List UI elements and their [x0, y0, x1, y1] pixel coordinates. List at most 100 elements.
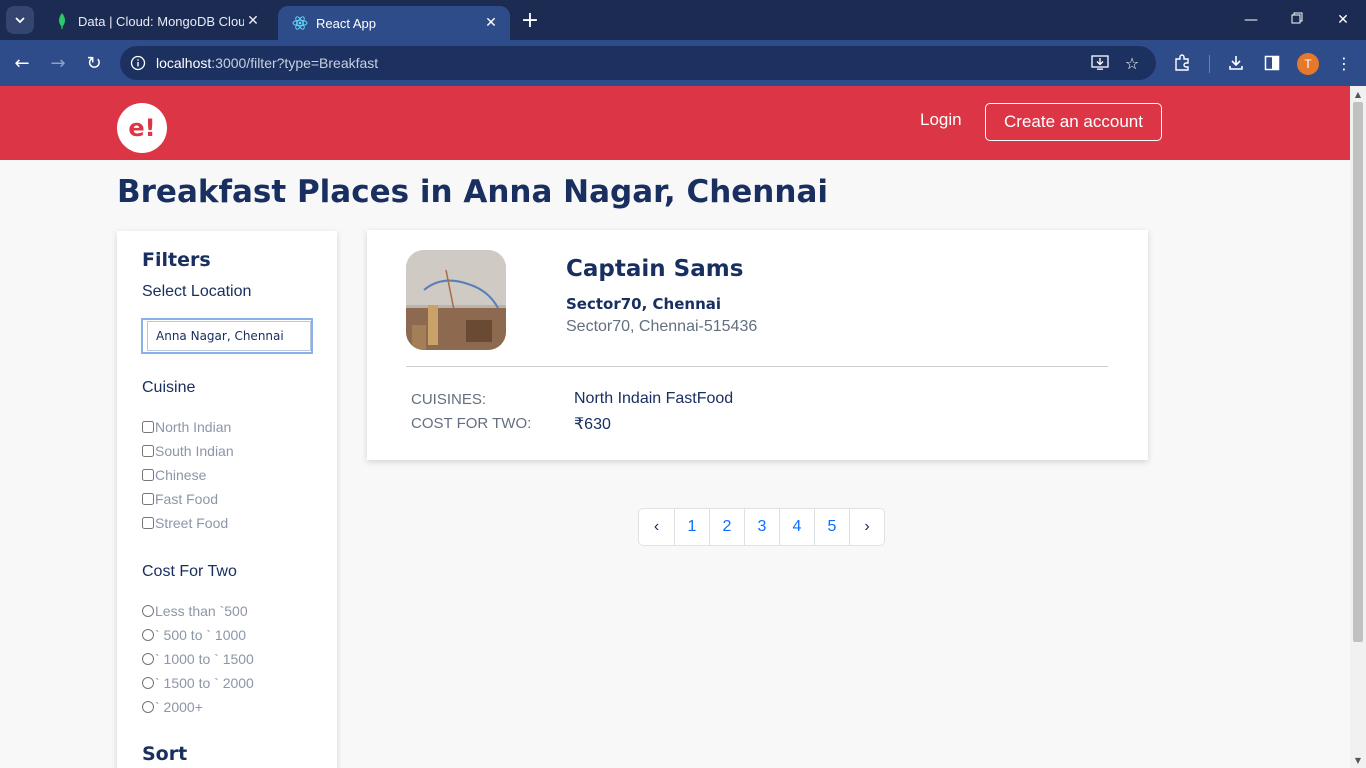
scroll-down-icon[interactable]: ▼	[1350, 752, 1366, 768]
page-scrollbar[interactable]: ▲ ▼	[1350, 86, 1366, 768]
restore-icon	[1291, 12, 1303, 28]
checkbox[interactable]	[142, 517, 154, 529]
cost-option-3[interactable]: ` 1000 to ` 1500	[142, 651, 254, 667]
pagination-page-5[interactable]: 5	[814, 509, 849, 545]
close-icon[interactable]: ✕	[244, 12, 262, 30]
option-label: ` 1000 to ` 1500	[155, 651, 254, 667]
reload-button[interactable]: ↻	[78, 47, 110, 79]
cost-option-4[interactable]: ` 1500 to ` 2000	[142, 675, 254, 691]
radio[interactable]	[142, 677, 154, 689]
reload-icon: ↻	[86, 52, 102, 74]
cuisine-option-street-food[interactable]: Street Food	[142, 515, 228, 531]
pagination-page-4[interactable]: 4	[779, 509, 814, 545]
forward-button[interactable]: →	[42, 47, 74, 79]
option-label: Less than `500	[155, 603, 248, 619]
checkbox[interactable]	[142, 493, 154, 505]
radio[interactable]	[142, 701, 154, 713]
checkbox[interactable]	[142, 469, 154, 481]
pagination-page-2[interactable]: 2	[709, 509, 744, 545]
radio[interactable]	[142, 629, 154, 641]
cost-for-two-key: COST FOR TWO:	[411, 415, 532, 432]
option-label: ` 1500 to ` 2000	[155, 675, 254, 691]
minimize-icon: —	[1244, 12, 1258, 28]
back-button[interactable]: ←	[6, 47, 38, 79]
tab-title: Data | Cloud: MongoDB Cloud	[78, 13, 244, 29]
restore-button[interactable]	[1274, 0, 1320, 40]
arrow-left-icon: ←	[14, 52, 30, 74]
create-account-button[interactable]: Create an account	[985, 103, 1162, 141]
radio[interactable]	[142, 653, 154, 665]
radio[interactable]	[142, 605, 154, 617]
address-bar[interactable]: localhost:3000/filter?type=Breakfast	[120, 46, 1156, 80]
cost-option-2[interactable]: ` 500 to ` 1000	[142, 627, 246, 643]
option-label: ` 2000+	[155, 699, 203, 715]
new-tab-button[interactable]: +	[518, 8, 542, 33]
mongodb-leaf-icon	[54, 13, 70, 29]
cuisine-option-fast-food[interactable]: Fast Food	[142, 491, 218, 507]
option-label: Chinese	[155, 467, 207, 483]
tab-mongodb[interactable]: Data | Cloud: MongoDB Cloud ✕	[40, 6, 272, 36]
tab-title: React App	[316, 15, 376, 31]
download-icon[interactable]	[1222, 49, 1250, 77]
option-label: North Indian	[155, 419, 232, 435]
web-page: e! Login Create an account Breakfast Pla…	[0, 86, 1350, 768]
arrow-right-icon: →	[50, 52, 66, 74]
close-icon: ✕	[1337, 12, 1349, 28]
location-select-wrapper: Anna Nagar, Chennai	[141, 318, 313, 354]
install-app-icon[interactable]	[1086, 49, 1114, 77]
sort-title: Sort	[142, 743, 188, 765]
minimize-button[interactable]: —	[1228, 0, 1274, 40]
url-text: localhost:3000/filter?type=Breakfast	[156, 55, 378, 71]
option-label: Street Food	[155, 515, 229, 531]
browser-toolbar: ← → ↻ localhost:3000/filter?type=Breakfa…	[0, 40, 1366, 86]
scroll-up-icon[interactable]: ▲	[1350, 86, 1366, 102]
pagination-prev-button[interactable]: ‹	[639, 509, 674, 545]
close-window-button[interactable]: ✕	[1320, 0, 1366, 40]
cuisine-option-chinese[interactable]: Chinese	[142, 467, 206, 483]
react-icon	[292, 15, 308, 31]
cuisines-value: North Indain FastFood	[574, 390, 734, 407]
tab-react-app[interactable]: React App ✕	[278, 6, 510, 40]
checkbox[interactable]	[142, 445, 154, 457]
more-menu-icon[interactable]: ⋮	[1330, 49, 1358, 77]
close-icon[interactable]: ✕	[482, 14, 500, 32]
tab-search-button[interactable]	[6, 6, 34, 34]
cuisine-option-south-indian[interactable]: South Indian	[142, 443, 234, 459]
option-label: ` 500 to ` 1000	[155, 627, 247, 643]
url-host: localhost	[156, 55, 212, 71]
toolbar-divider	[1209, 55, 1210, 73]
page-title: Breakfast Places in Anna Nagar, Chennai	[117, 174, 828, 210]
checkbox[interactable]	[142, 421, 154, 433]
chevron-down-icon	[14, 11, 26, 30]
profile-avatar[interactable]: T	[1297, 53, 1319, 75]
filters-title: Filters	[142, 249, 211, 271]
restaurant-address: Sector70, Chennai-515436	[566, 318, 758, 335]
login-link[interactable]: Login	[920, 110, 962, 130]
location-select[interactable]: Anna Nagar, Chennai	[147, 321, 311, 351]
restaurant-locality: Sector70, Chennai	[566, 295, 722, 313]
option-label: Fast Food	[155, 491, 219, 507]
scrollbar-thumb[interactable]	[1353, 102, 1363, 642]
pagination-next-button[interactable]: ›	[849, 509, 884, 545]
restaurant-card[interactable]: Captain Sams Sector70, Chennai Sector70,…	[367, 230, 1148, 460]
cuisine-label: Cuisine	[142, 379, 196, 396]
cost-option-5[interactable]: ` 2000+	[142, 699, 203, 715]
cuisine-option-north-indian[interactable]: North Indian	[142, 419, 231, 435]
extensions-icon[interactable]	[1168, 49, 1196, 77]
cost-for-two-label: Cost For Two	[142, 563, 237, 580]
browser-tab-strip: Data | Cloud: MongoDB Cloud ✕ React App …	[0, 0, 1366, 40]
pagination-page-3[interactable]: 3	[744, 509, 779, 545]
bookmark-star-icon[interactable]: ☆	[1118, 49, 1146, 77]
site-logo[interactable]: e!	[117, 103, 167, 153]
info-icon[interactable]	[120, 55, 156, 71]
url-path: :3000/filter?type=Breakfast	[211, 55, 379, 71]
restaurant-image[interactable]	[406, 250, 506, 350]
pagination-page-1[interactable]: 1	[674, 509, 709, 545]
option-label: South Indian	[155, 443, 234, 459]
pagination: ‹ 1 2 3 4 5 ›	[638, 508, 885, 546]
filters-panel: Filters Select Location Anna Nagar, Chen…	[117, 231, 337, 768]
restaurant-name[interactable]: Captain Sams	[566, 256, 743, 282]
card-divider	[406, 366, 1108, 367]
cost-option-1[interactable]: Less than `500	[142, 603, 248, 619]
side-panel-icon[interactable]	[1258, 49, 1286, 77]
